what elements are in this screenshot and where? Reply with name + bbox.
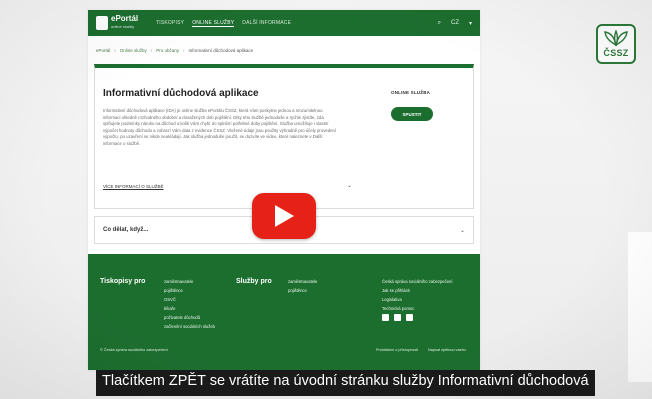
eportal-logo[interactable]: ePortál online služby (96, 14, 140, 32)
footer-link[interactable]: Jak se přihlásit (382, 288, 453, 293)
more-info-link[interactable]: VÍCE INFORMACÍ O SLUŽBĚ (103, 184, 164, 189)
footer-bottom-links: Prohlášení o přístupnosti Napsat zpětnou… (376, 348, 466, 352)
footer-link[interactable]: lékaře (164, 306, 215, 311)
footer-link[interactable]: Česká správa sociálního zabezpečení (382, 279, 453, 284)
footer-link[interactable]: pojištěnce (288, 288, 317, 293)
breadcrumb: ePortál › Online služby › Pro občany › Info… (96, 48, 254, 53)
footer-tiskopisy-links: zaměstnavatele pojištěnce OSVČ lékaře po… (164, 279, 215, 329)
start-button[interactable]: SPUSTIT (391, 107, 433, 121)
breadcrumb-item[interactable]: Online služby (120, 48, 147, 53)
footer-tiskopisy-title: Tiskopisy pro (100, 278, 146, 285)
accessibility-link[interactable]: Prohlášení o přístupnosti (376, 348, 418, 352)
feedback-link[interactable]: Napsat zpětnou vazbu (428, 348, 466, 352)
online-service-panel: ONLINE SLUŽBA SPUSTIT (391, 90, 461, 121)
breadcrumb-item[interactable]: Pro občany (156, 48, 179, 53)
social-links (382, 314, 413, 321)
language-switch[interactable]: CZ (451, 20, 459, 26)
breadcrumb-current: Informativní důchodová aplikace (188, 48, 254, 53)
nav-online-sluzby[interactable]: ONLINE SLUŽBY (192, 20, 235, 27)
chevron-down-icon[interactable]: ⌄ (347, 182, 352, 189)
brand-subtitle: online služby (111, 24, 135, 29)
cssz-logo: ČSSZ (596, 24, 636, 64)
accordion-title: Co dělat, když... (103, 227, 149, 233)
linkedin-icon[interactable] (394, 314, 401, 321)
copyright: © Česká správa sociálního zabezpečení (100, 348, 168, 352)
leaf-emblem-icon (604, 30, 628, 46)
online-service-label: ONLINE SLUŽBA (391, 90, 431, 95)
eportal-page: ePortál online služby TISKOPISY ONLINE S… (88, 10, 480, 370)
youtube-play-button[interactable] (252, 193, 316, 239)
eportal-logo-mark (96, 16, 108, 30)
footer-sluzby-title: Služby pro (236, 278, 272, 285)
footer-link[interactable]: začlenění sociálních služeb (164, 324, 215, 329)
top-nav: ePortál online služby TISKOPISY ONLINE S… (88, 10, 480, 36)
youtube-icon[interactable] (406, 314, 413, 321)
nav-right: ⌕ CZ ▾ (438, 20, 472, 27)
video-frame[interactable]: ePortál online služby TISKOPISY ONLINE S… (0, 0, 652, 399)
footer-link[interactable]: OSVČ (164, 297, 215, 302)
footer-link[interactable]: Legislativa (382, 297, 453, 302)
footer-link[interactable]: poživatele důchodů (164, 315, 215, 320)
cssz-logo-text: ČSSZ (603, 48, 629, 58)
brand-title: ePortál (111, 14, 139, 23)
footer-link[interactable]: Technická pomoc (382, 306, 453, 311)
footer-info-links: Česká správa sociálního zabezpečení Jak … (382, 279, 453, 311)
footer-sluzby-links: zaměstnavatele pojištěnce (288, 279, 317, 293)
subtitle-caption: Tlačítkem ZPĚT se vrátíte na úvodní strá… (96, 370, 595, 396)
breadcrumb-item[interactable]: ePortál (96, 48, 110, 53)
video-edge-panel (628, 232, 652, 382)
nav-dalsi-informace[interactable]: DALŠÍ INFORMACE (242, 20, 291, 27)
footer-link[interactable]: zaměstnavatele (164, 279, 215, 284)
footer-link[interactable]: pojištěnce (164, 288, 215, 293)
footer-link[interactable]: zaměstnavatele (288, 279, 317, 284)
page-title: Informativní důchodová aplikace (103, 88, 259, 99)
chevron-down-icon[interactable]: ▾ (469, 20, 472, 27)
hero-card: Informativní důchodová aplikace Informat… (94, 64, 474, 209)
nav-tiskopisy[interactable]: TISKOPISY (156, 20, 184, 27)
search-icon[interactable]: ⌕ (438, 20, 441, 27)
hero-description: Informativní důchodová aplikace (IDA) je… (103, 108, 337, 146)
nav-links: TISKOPISY ONLINE SLUŽBY DALŠÍ INFORMACE (156, 20, 291, 27)
facebook-icon[interactable] (382, 314, 389, 321)
footer: Tiskopisy pro zaměstnavatele pojištěnce … (88, 254, 480, 370)
play-icon (275, 205, 294, 227)
chevron-down-icon: ⌄ (459, 227, 465, 234)
